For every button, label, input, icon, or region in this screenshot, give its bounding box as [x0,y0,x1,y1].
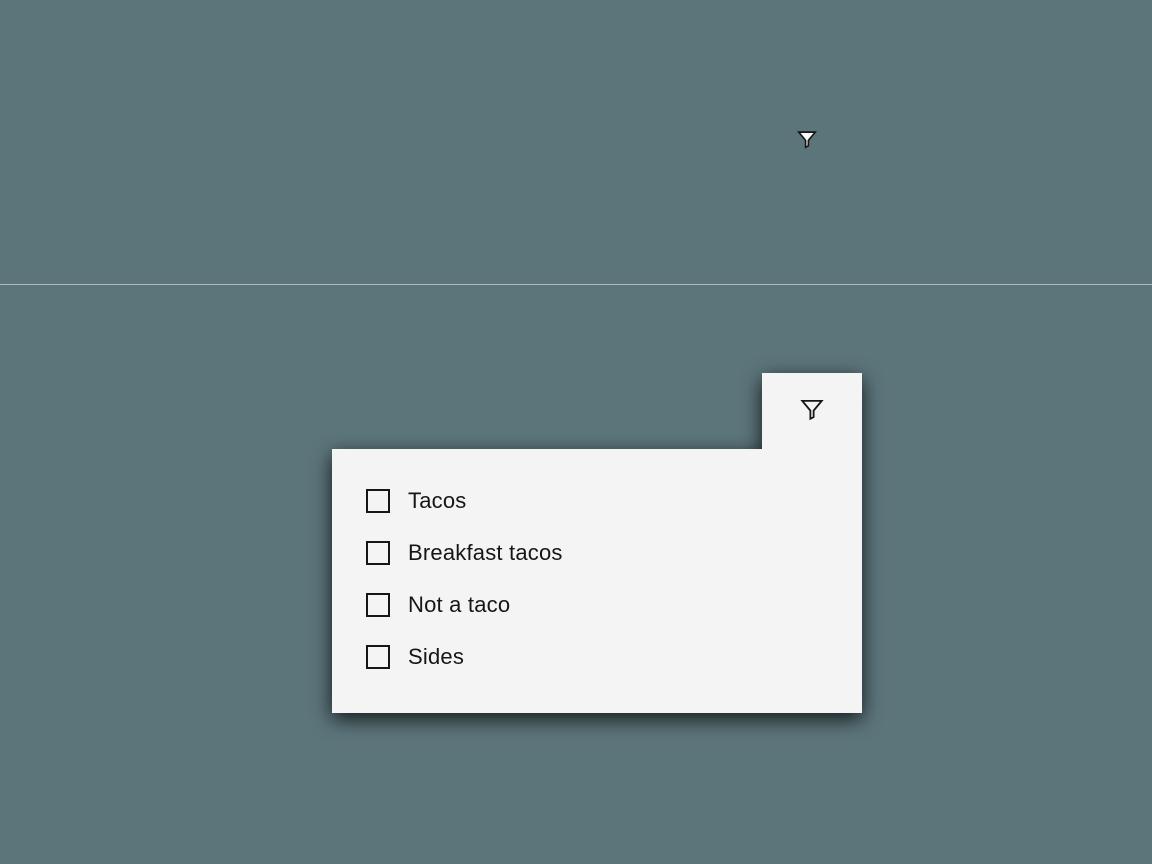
filter-option[interactable]: Sides [366,631,828,683]
checkbox-unchecked-icon[interactable] [366,489,390,513]
horizontal-divider [0,284,1152,285]
checkbox-unchecked-icon[interactable] [366,645,390,669]
filter-icon [799,396,825,427]
filter-option-label: Not a taco [408,592,510,618]
filter-option-label: Breakfast tacos [408,540,563,566]
filter-option-label: Tacos [408,488,466,514]
checkbox-unchecked-icon[interactable] [366,593,390,617]
filter-toggle-tab[interactable] [762,373,862,449]
filter-panel: Tacos Breakfast tacos Not a taco Sides [332,449,862,713]
filter-option-label: Sides [408,644,464,670]
filter-option[interactable]: Not a taco [366,579,828,631]
checkbox-unchecked-icon[interactable] [366,541,390,565]
filter-option[interactable]: Breakfast tacos [366,527,828,579]
filter-icon-button-closed[interactable] [796,130,818,152]
filter-option[interactable]: Tacos [366,475,828,527]
filter-icon [796,128,818,155]
